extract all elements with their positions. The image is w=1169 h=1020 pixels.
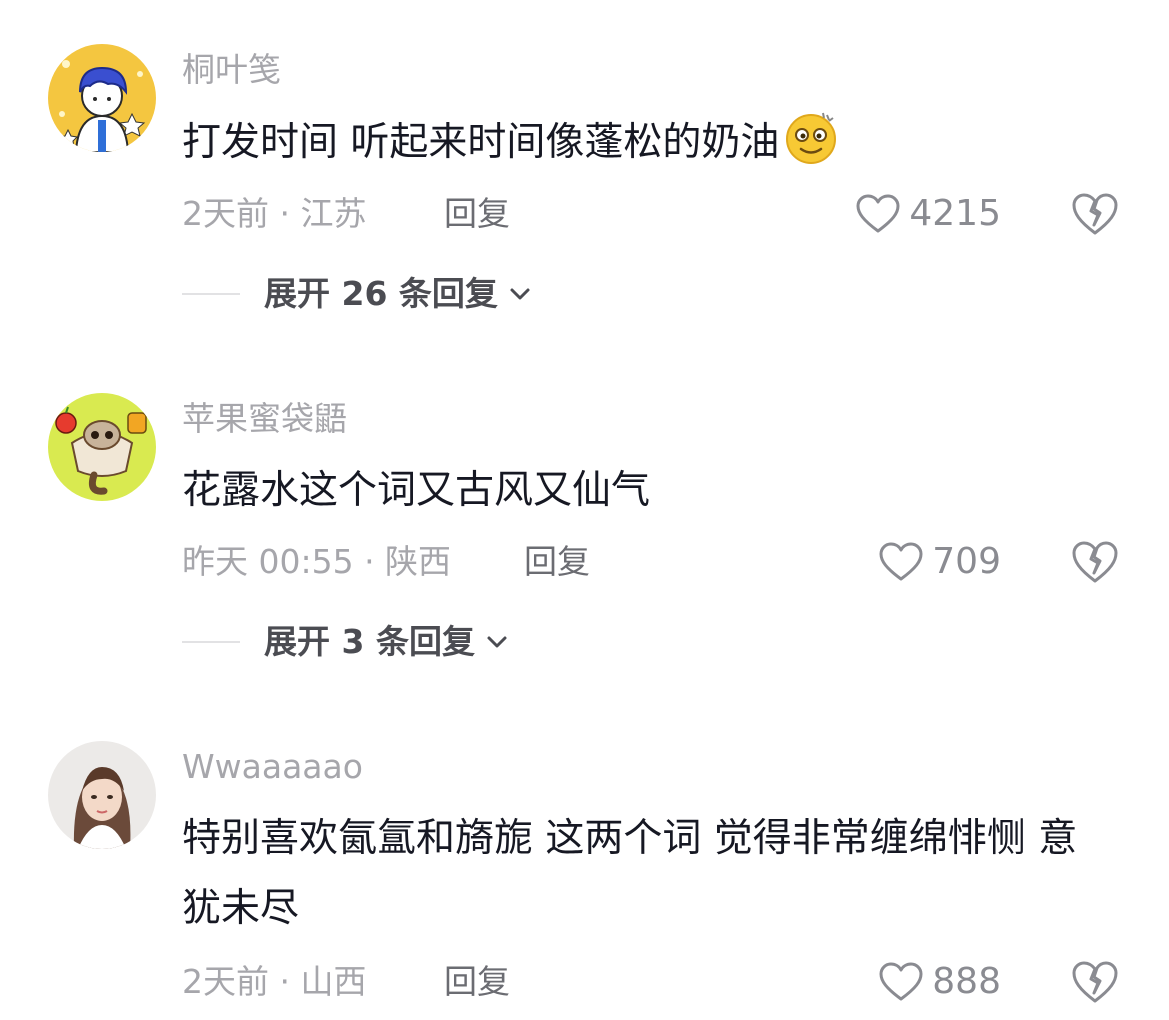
expand-replies-button[interactable]: 展开 26 条回复 bbox=[182, 272, 532, 316]
comment-text-content: 打发时间 听起来时间像蓬松的奶油 bbox=[182, 120, 780, 165]
broken-heart-icon bbox=[1072, 541, 1118, 583]
expand-replies-label: 展开 3 条回复 bbox=[264, 622, 475, 661]
heart-outline-icon bbox=[879, 962, 923, 1001]
avatar[interactable] bbox=[48, 393, 156, 501]
broken-heart-icon bbox=[1072, 193, 1118, 235]
comment-meta: 2天前 · 山西 bbox=[182, 962, 367, 1001]
like-button[interactable]: 888 bbox=[878, 960, 1001, 1004]
expand-replies-button[interactable]: 展开 3 条回复 bbox=[182, 620, 509, 664]
like-count: 888 bbox=[932, 961, 1001, 1002]
comment-text: 特别喜欢氤氲和旖旎 这两个词 觉得非常缠绵悱恻 意犹未尽 bbox=[182, 816, 1078, 931]
dislike-button[interactable] bbox=[1070, 959, 1120, 1005]
heart-outline-icon bbox=[856, 194, 900, 233]
chevron-down-icon bbox=[510, 288, 530, 300]
divider-line bbox=[182, 641, 240, 643]
comment-username[interactable]: 桐叶笺 bbox=[182, 50, 281, 90]
like-button[interactable]: 709 bbox=[878, 540, 1001, 584]
reply-button[interactable]: 回复 bbox=[444, 960, 510, 1004]
heart-outline-icon bbox=[879, 542, 923, 581]
comment-username[interactable]: Wwaaaaao bbox=[182, 747, 363, 787]
dislike-button[interactable] bbox=[1070, 191, 1120, 237]
divider-line bbox=[182, 293, 240, 295]
comment-meta: 2天前 · 江苏 bbox=[182, 194, 367, 233]
chevron-down-icon bbox=[487, 636, 507, 648]
reply-button[interactable]: 回复 bbox=[524, 540, 590, 584]
comment-meta: 昨天 00:55 · 陕西 bbox=[182, 542, 452, 581]
avatar[interactable] bbox=[48, 741, 156, 849]
like-count: 709 bbox=[932, 541, 1001, 582]
dislike-button[interactable] bbox=[1070, 539, 1120, 585]
like-button[interactable]: 4215 bbox=[855, 192, 1001, 236]
dizzy-face-emoji-icon bbox=[786, 112, 837, 164]
comment-username[interactable]: 苹果蜜袋鼯 bbox=[182, 399, 347, 439]
broken-heart-icon bbox=[1072, 961, 1118, 1003]
reply-button[interactable]: 回复 bbox=[444, 192, 510, 236]
avatar[interactable] bbox=[48, 44, 156, 152]
expand-replies-label: 展开 26 条回复 bbox=[264, 274, 498, 313]
like-count: 4215 bbox=[909, 193, 1001, 234]
comment-text: 花露水这个词又古风又仙气 bbox=[182, 468, 651, 513]
comment-text: 打发时间 听起来时间像蓬松的奶油 bbox=[182, 108, 1102, 178]
